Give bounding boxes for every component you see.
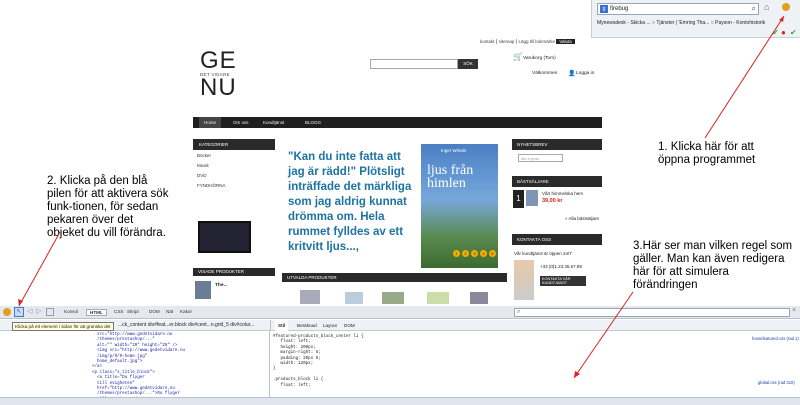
arrow-line-1 xyxy=(704,15,785,139)
arrowhead-1 xyxy=(779,16,784,22)
arrow-line-3 xyxy=(573,291,634,379)
arrowhead-3 xyxy=(574,371,580,378)
arrow-line-2 xyxy=(18,231,61,307)
annotation-arrows xyxy=(18,15,785,379)
